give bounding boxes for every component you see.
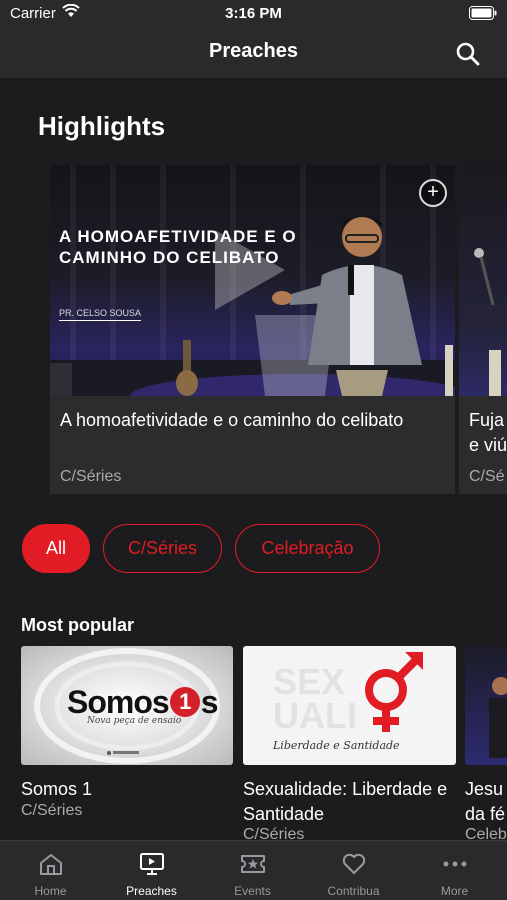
filter-chip-all[interactable]: All bbox=[22, 524, 90, 573]
popular-card[interactable]: Jesu da fé Celeb bbox=[465, 646, 507, 846]
highlight-card[interactable]: Fuja e viú C/Sé bbox=[459, 165, 507, 494]
popular-title: Sexualidade: Liberdade e Santidade bbox=[243, 779, 448, 824]
highlight-thumbnail[interactable] bbox=[459, 165, 507, 396]
most-popular-heading: Most popular bbox=[21, 615, 134, 635]
popular-title: Jesu da fé bbox=[465, 779, 506, 824]
tab-contribua[interactable]: Contribua bbox=[303, 841, 404, 900]
tab-preaches[interactable]: Preaches bbox=[101, 841, 202, 900]
thumbnail-title: Somos bbox=[67, 684, 170, 720]
page-title: Preaches bbox=[209, 40, 298, 62]
highlight-thumbnail[interactable]: A homoafetividade e o caminho do celibat… bbox=[50, 165, 455, 396]
thumbnail-script: Nova peça de ensaio bbox=[87, 716, 182, 726]
heart-icon bbox=[342, 853, 366, 874]
highlight-category: C/Séries bbox=[60, 468, 122, 485]
thumbnail-script: Liberdade e Santidade bbox=[273, 739, 400, 752]
popular-category: C/Séries bbox=[21, 802, 83, 819]
stage-photo bbox=[474, 248, 501, 396]
svg-text:UALI: UALI bbox=[273, 695, 357, 736]
preacher-photo bbox=[489, 677, 507, 758]
play-icon[interactable] bbox=[210, 225, 290, 315]
navigation-bar: Preaches bbox=[0, 28, 507, 78]
highlight-title: A homoafetividade e o caminho do celibat… bbox=[60, 410, 404, 430]
tab-label: Preaches bbox=[126, 884, 177, 898]
popular-thumbnail[interactable]: Somos 1 s Nova peça de ensaio bbox=[21, 646, 233, 765]
tab-events[interactable]: Events bbox=[202, 841, 303, 900]
filter-chip-celebracao[interactable]: Celebração bbox=[235, 524, 380, 573]
tab-label: Home bbox=[34, 884, 67, 898]
battery-icon bbox=[469, 6, 497, 20]
highlight-title: Fuja e viú bbox=[469, 410, 507, 455]
tab-label: Events bbox=[234, 884, 271, 898]
events-icon bbox=[241, 855, 265, 873]
popular-thumbnail[interactable] bbox=[465, 646, 507, 765]
home-icon bbox=[40, 854, 62, 875]
tab-more[interactable]: More bbox=[404, 841, 505, 900]
tab-label: More bbox=[440, 884, 469, 898]
highlight-category: C/Sé bbox=[469, 468, 505, 485]
filter-chip-c-series[interactable]: C/Séries bbox=[103, 524, 222, 573]
popular-thumbnail[interactable]: SEX UALI Liberdade e Santidade bbox=[243, 646, 456, 765]
more-icon bbox=[443, 861, 467, 867]
add-to-list-icon[interactable]: + bbox=[419, 179, 447, 207]
tab-bar: Home Preaches Events Contribua More bbox=[0, 840, 507, 900]
status-time: 3:16 PM bbox=[225, 5, 282, 22]
tab-home[interactable]: Home bbox=[0, 841, 101, 900]
popular-title: Somos 1 bbox=[21, 779, 93, 799]
highlight-card[interactable]: A homoafetividade e o caminho do celibat… bbox=[50, 165, 455, 494]
search-icon[interactable] bbox=[455, 41, 481, 67]
thumbnail-number: 1 bbox=[169, 687, 200, 717]
highlights-heading: Highlights bbox=[38, 111, 166, 141]
tab-label: Contribua bbox=[327, 884, 380, 898]
status-bar: Carrier 3:16 PM bbox=[0, 0, 507, 28]
preaches-icon bbox=[140, 853, 164, 875]
thumbnail-pastor: PR. CELSO SOUSA bbox=[59, 308, 142, 321]
